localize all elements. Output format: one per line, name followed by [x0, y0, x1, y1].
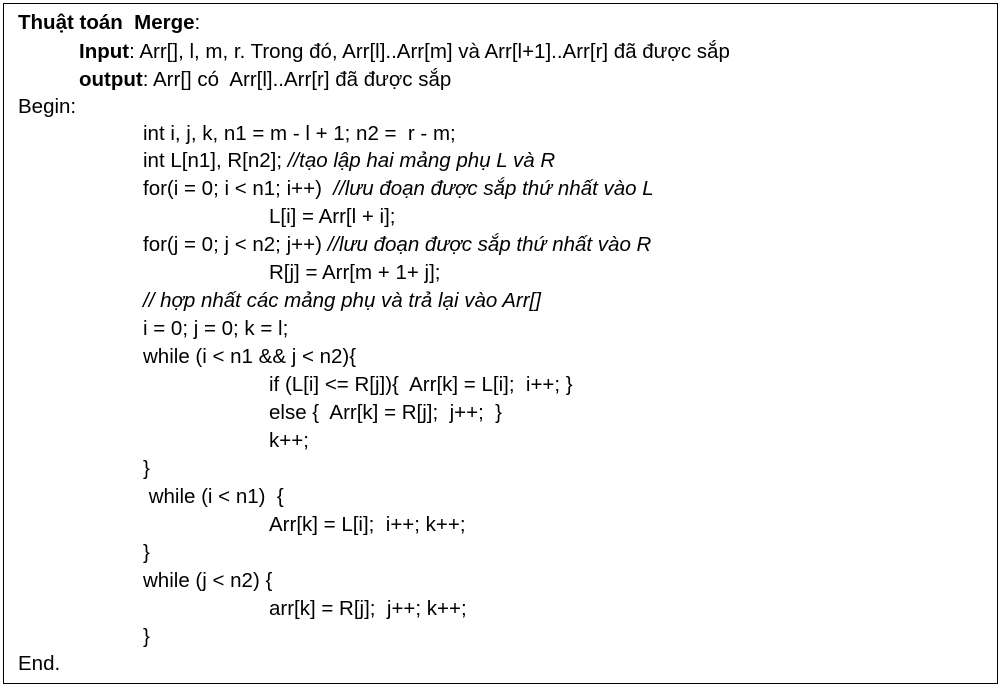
code-line-3: for(i = 0; i < n1; i++) //lưu đoạn được … [143, 175, 654, 202]
code-line-2: int L[n1], R[n2]; //tạo lập hai mảng phụ… [143, 147, 555, 174]
code-line-6: R[j] = Arr[m + 1+ j]; [269, 261, 441, 284]
code-line-10: if (L[i] <= R[j]){ Arr[k] = L[i]; i++; } [269, 373, 573, 396]
code-line-13: } [143, 457, 150, 480]
code-line-14: while (i < n1) { [143, 485, 284, 508]
code-line-17: while (j < n2) { [143, 569, 273, 592]
code-line-2-comment: //tạo lập hai mảng phụ L và R [287, 149, 556, 172]
code-line-5: for(j = 0; j < n2; j++) //lưu đoạn được … [143, 231, 651, 258]
input-line: Input: Arr[], l, m, r. Trong đó, Arr[l].… [79, 38, 730, 65]
algorithm-title: Thuật toán Merge: [18, 9, 200, 36]
code-line-3-code: for(i = 0; i < n1; i++) [143, 177, 334, 200]
input-text: : Arr[], l, m, r. Trong đó, Arr[l]..Arr[… [129, 40, 730, 63]
code-line-2-code: int L[n1], R[n2]; [143, 149, 288, 172]
code-line-5-comment: //lưu đoạn được sắp thứ nhất vào R [327, 233, 652, 256]
code-line-7-comment: // hợp nhất các mảng phụ và trả lại vào … [143, 289, 541, 312]
begin-keyword: Begin: [18, 95, 77, 118]
code-line-9: while (i < n1 && j < n2){ [143, 345, 357, 368]
end-keyword: End. [18, 652, 61, 675]
code-line-19: } [143, 625, 150, 648]
title-text: Thuật toán Merge [18, 11, 195, 34]
code-line-12: k++; [269, 429, 309, 452]
code-line-3-comment: //lưu đoạn được sắp thứ nhất vào L [333, 177, 654, 200]
code-line-18: arr[k] = R[j]; j++; k++; [269, 597, 467, 620]
title-colon: : [194, 11, 201, 34]
code-line-15: Arr[k] = L[i]; i++; k++; [269, 513, 466, 536]
output-line: output: Arr[] có Arr[l]..Arr[r] đã được … [79, 66, 451, 93]
input-label: Input [79, 40, 130, 63]
code-line-11: else { Arr[k] = R[j]; j++; } [269, 401, 503, 424]
code-line-16: } [143, 541, 150, 564]
output-text: : Arr[] có Arr[l]..Arr[r] đã được sắp [142, 68, 452, 91]
code-line-1: int i, j, k, n1 = m - l + 1; n2 = r - m; [143, 122, 456, 145]
code-line-4: L[i] = Arr[l + i]; [269, 205, 396, 228]
code-line-8: i = 0; j = 0; k = l; [143, 317, 289, 340]
code-line-5-code: for(j = 0; j < n2; j++) [143, 233, 328, 256]
output-label: output [79, 68, 143, 91]
